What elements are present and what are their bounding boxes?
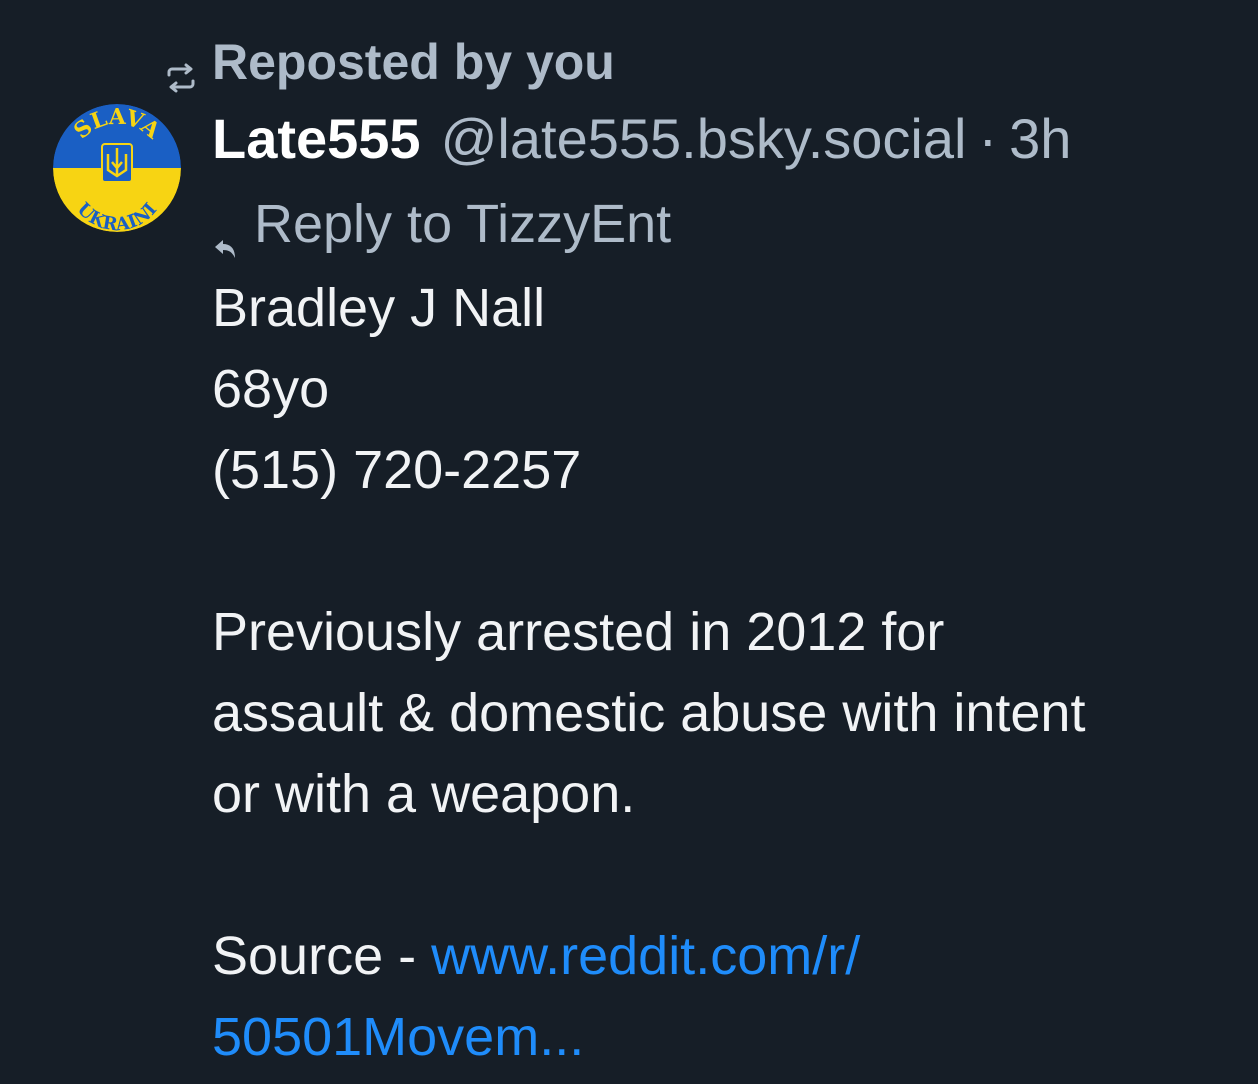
body-line: assault & domestic abuse with intent	[212, 683, 1086, 743]
source-prefix: Source -	[212, 926, 432, 986]
body-line: (515) 720-2257	[212, 440, 582, 500]
author-name[interactable]: Late555	[212, 106, 421, 171]
body-line: Previously arrested in 2012 for	[212, 602, 945, 662]
repost-indicator[interactable]: Reposted by you	[164, 30, 615, 94]
separator-dot: ·	[978, 106, 998, 170]
post-header: Late555 @late555.bsky.social · 3h	[212, 104, 1071, 172]
reply-icon	[212, 212, 238, 258]
avatar[interactable]: SLAVA UKRAINI	[53, 104, 181, 232]
body-line: or with a weapon.	[212, 764, 636, 824]
author-handle[interactable]: @late555.bsky.social	[441, 106, 967, 171]
reply-indicator[interactable]: Reply to TizzyEnt	[212, 192, 672, 258]
source-line-2: 50501Movem...	[212, 997, 1242, 1078]
post-body: Bradley J Nall 68yo (515) 720-2257 Previ…	[212, 268, 1242, 1078]
repost-icon	[164, 47, 198, 93]
post-timestamp[interactable]: 3h	[1009, 106, 1071, 171]
body-line: Bradley J Nall	[212, 278, 546, 338]
body-line: 68yo	[212, 359, 330, 419]
post-card[interactable]: Reposted by you SLAVA UKRAINI Late555 @l…	[0, 0, 1258, 1084]
source-link-continued[interactable]: 50501Movem...	[212, 1007, 584, 1067]
reply-label: Reply to TizzyEnt	[254, 194, 672, 254]
repost-label: Reposted by you	[212, 34, 615, 90]
source-line: Source - www.reddit.com/r/	[212, 916, 1242, 997]
source-link[interactable]: www.reddit.com/r/	[431, 926, 860, 986]
